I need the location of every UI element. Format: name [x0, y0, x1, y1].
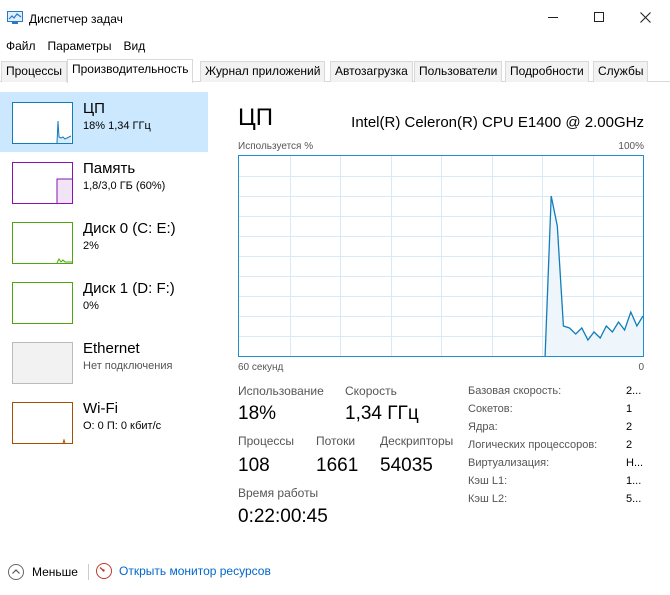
detail-value: 1...: [626, 475, 642, 487]
wifi-thumbnail: [12, 402, 73, 444]
disk0-thumbnail: [12, 222, 73, 264]
resource-sidebar: ЦП 18% 1,34 ГГц Память 1,8/3,0 ГБ (60%) …: [0, 92, 210, 452]
tab-processes[interactable]: Процессы: [1, 61, 68, 82]
close-button[interactable]: [622, 0, 668, 34]
usage-percent-label: Используется %: [238, 141, 314, 152]
detail-value: 5...: [626, 493, 642, 505]
usage-value: 18%: [238, 403, 277, 424]
bottom-bar: Меньше Открыть монитор ресурсов: [0, 556, 670, 588]
sidebar-item-value: Нет подключения: [83, 360, 173, 372]
detail-key: Логических процессоров:: [468, 439, 598, 451]
cpu-thumbnail: [12, 102, 73, 144]
sidebar-item-label: Диск 1 (D: F:): [83, 280, 175, 297]
sidebar-item-value: 18% 1,34 ГГц: [83, 120, 151, 132]
graph-min-label: 0: [638, 362, 644, 373]
sidebar-item-cpu[interactable]: ЦП 18% 1,34 ГГц: [0, 92, 208, 152]
title-bar: Диспетчер задач: [0, 0, 670, 34]
detail-value: 2: [626, 439, 633, 451]
sidebar-item-memory[interactable]: Память 1,8/3,0 ГБ (60%): [0, 152, 210, 212]
handles-label: Дескрипторы: [380, 434, 454, 448]
uptime-label: Время работы: [238, 486, 319, 500]
detail-value: 2...: [626, 385, 642, 397]
maximize-icon: [594, 12, 604, 22]
tab-startup[interactable]: Автозагрузка: [330, 61, 413, 82]
uptime-value: 0:22:00:45: [238, 506, 328, 527]
detail-value: Н...: [626, 457, 644, 469]
minimize-icon: [548, 16, 558, 18]
memory-thumbnail: [12, 162, 73, 204]
window-title: Диспетчер задач: [29, 12, 123, 26]
page-title: ЦП: [238, 104, 274, 131]
processes-value: 108: [238, 455, 270, 476]
menu-view[interactable]: Вид: [117, 36, 151, 56]
fewer-details-button[interactable]: Меньше: [8, 564, 78, 580]
graph-time-label: 60 секунд: [238, 362, 284, 373]
sidebar-item-label: Диск 0 (C: E:): [83, 220, 176, 237]
detail-key: Базовая скорость:: [468, 385, 562, 397]
usage-label: Использование: [238, 384, 324, 398]
ethernet-thumbnail: [12, 342, 73, 384]
tab-strip: Процессы Производительность Журнал прило…: [0, 59, 670, 83]
threads-label: Потоки: [316, 434, 356, 448]
tab-app-history[interactable]: Журнал приложений: [200, 61, 326, 82]
sidebar-item-label: Wi-Fi: [83, 400, 118, 417]
sidebar-item-value: 2%: [83, 240, 99, 252]
tab-services[interactable]: Службы: [593, 61, 649, 82]
tab-users[interactable]: Пользователи: [414, 61, 503, 82]
chevron-up-icon: [8, 564, 24, 580]
sidebar-item-ethernet[interactable]: Ethernet Нет подключения: [0, 332, 210, 392]
sidebar-item-wifi[interactable]: Wi-Fi О: 0 П: 0 кбит/с: [0, 392, 210, 452]
detail-value: 1: [626, 403, 633, 415]
sidebar-item-label: ЦП: [83, 100, 105, 117]
speed-value: 1,34 ГГц: [345, 403, 419, 424]
handles-value: 54035: [380, 455, 433, 476]
detail-value: 2: [626, 421, 633, 433]
detail-key: Кэш L1:: [468, 475, 508, 487]
graph-max-label: 100%: [618, 141, 644, 152]
resource-monitor-label: Открыть монитор ресурсов: [119, 564, 271, 578]
processes-label: Процессы: [238, 434, 295, 448]
sidebar-item-disk0[interactable]: Диск 0 (C: E:) 2%: [0, 212, 210, 272]
fewer-details-label: Меньше: [32, 565, 78, 579]
sidebar-item-label: Ethernet: [83, 340, 140, 357]
cpu-model-name: Intel(R) Celeron(R) CPU E1400 @ 2.00GHz: [351, 114, 644, 131]
maximize-button[interactable]: [576, 0, 622, 34]
task-manager-icon: [7, 11, 23, 25]
threads-value: 1661: [316, 455, 359, 476]
minimize-button[interactable]: [530, 0, 576, 34]
sidebar-item-value: О: 0 П: 0 кбит/с: [83, 420, 162, 432]
detail-key: Сокетов:: [468, 403, 513, 415]
detail-key: Ядра:: [468, 421, 498, 433]
resource-monitor-icon: [96, 563, 112, 579]
menu-file[interactable]: Файл: [0, 36, 42, 56]
menu-options[interactable]: Параметры: [42, 36, 118, 56]
speed-label: Скорость: [345, 384, 397, 398]
sidebar-item-value: 0%: [83, 300, 99, 312]
sidebar-item-label: Память: [83, 160, 136, 177]
close-icon: [639, 11, 651, 23]
sidebar-item-disk1[interactable]: Диск 1 (D: F:) 0%: [0, 272, 210, 332]
cpu-usage-graph: [238, 155, 644, 357]
detail-key: Виртуализация:: [468, 457, 550, 469]
detail-key: Кэш L2:: [468, 493, 508, 505]
tab-details[interactable]: Подробности: [505, 61, 589, 82]
sidebar-item-value: 1,8/3,0 ГБ (60%): [83, 180, 166, 192]
divider: [88, 564, 89, 580]
open-resource-monitor-link[interactable]: Открыть монитор ресурсов: [96, 563, 271, 579]
tab-performance[interactable]: Производительность: [67, 59, 194, 83]
disk1-thumbnail: [12, 282, 73, 324]
menu-bar: Файл Параметры Вид: [0, 36, 151, 56]
